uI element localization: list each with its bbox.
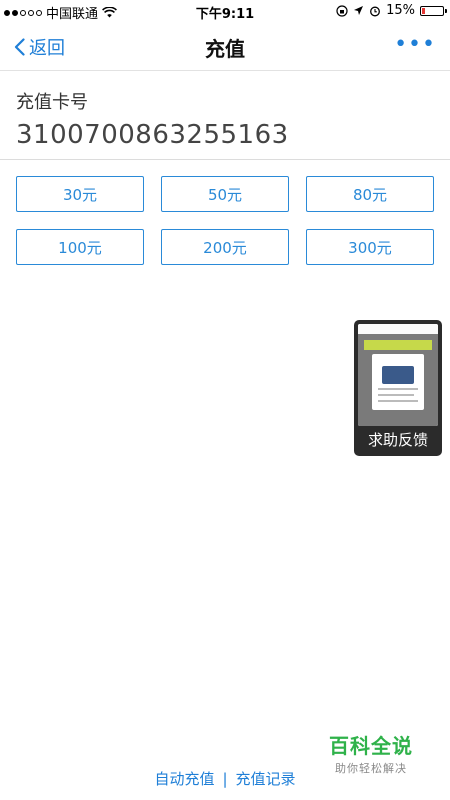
amount-button-50[interactable]: 50元 [161, 176, 289, 212]
battery-percent: 15% [386, 3, 415, 18]
watermark-title: 百科全说 [329, 734, 413, 758]
navigation-bar: 返回 充值 ••• [0, 22, 450, 71]
amount-button-100[interactable]: 100元 [16, 229, 144, 265]
amount-button-300[interactable]: 300元 [306, 229, 434, 265]
battery-level-fill [422, 7, 425, 14]
card-number-value: 3100700863255163 [16, 120, 289, 150]
auto-recharge-link[interactable]: 自动充值 [154, 770, 214, 788]
help-feedback-label: 求助反馈 [367, 431, 428, 449]
amount-button-30[interactable]: 30元 [16, 176, 144, 212]
footer-links: 自动充值 | 充值记录 [0, 768, 450, 789]
amount-button-200[interactable]: 200元 [161, 229, 289, 265]
help-screenshot-thumbnail [358, 324, 438, 426]
divider [0, 159, 450, 160]
recharge-records-link[interactable]: 充值记录 [236, 770, 296, 788]
status-right: 15% [336, 3, 447, 18]
location-arrow-icon [354, 6, 364, 15]
alarm-icon [370, 6, 381, 16]
amount-button-80[interactable]: 80元 [306, 176, 434, 212]
footer-separator: | [222, 770, 228, 788]
card-number-label: 充值卡号 [16, 92, 88, 113]
more-options-button[interactable]: ••• [394, 34, 436, 56]
help-feedback-button[interactable]: 求助反馈 [354, 320, 442, 456]
lock-rotation-icon [336, 4, 348, 17]
amount-options: 30元 50元 80元 100元 200元 300元 [16, 176, 434, 265]
battery-icon [420, 5, 447, 16]
page-title: 充值 [205, 37, 245, 61]
status-bar: 中国联通 下午9:11 15% [0, 0, 450, 22]
